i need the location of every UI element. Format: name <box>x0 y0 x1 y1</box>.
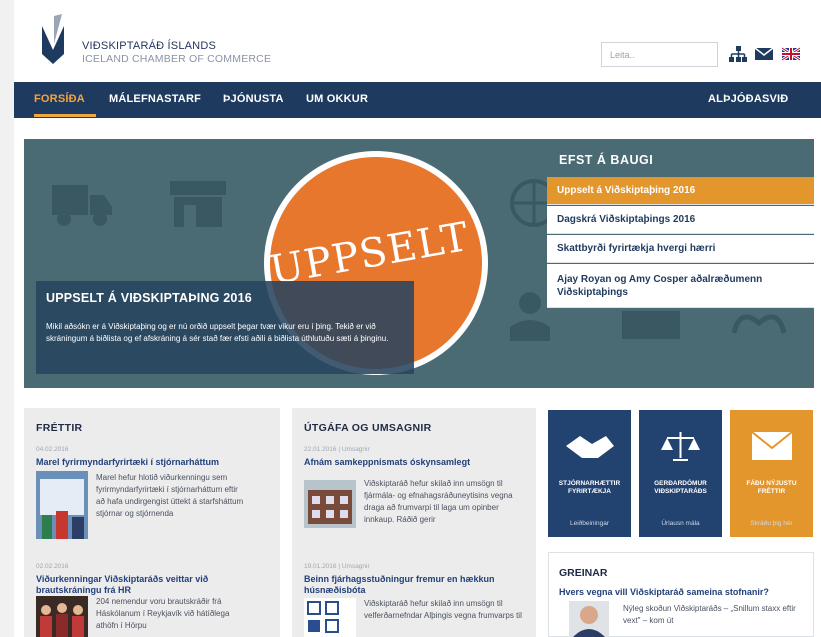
greinar-title: GREINAR <box>559 567 608 579</box>
handshake-icon <box>566 436 614 458</box>
brand-line-2: ICELAND CHAMBER OF COMMERCE <box>82 53 272 65</box>
publication-date: 19.01.2016 | Umsagnir <box>304 563 370 570</box>
hero-caption[interactable]: UPPSELT Á VIÐSKIPTAÞING 2016 Mikil aðsók… <box>36 281 414 374</box>
efst-a-baugi-panel: EFST Á BAUGI Uppselt á Viðskiptaþing 201… <box>547 139 814 388</box>
publication-date: 22.01.2016 | Umsagnir <box>304 446 370 453</box>
utgafa-section: ÚTGÁFA OG UMSAGNIR 22.01.2016 | Umsagnir… <box>292 408 536 637</box>
uk-flag-icon[interactable] <box>782 46 800 62</box>
frettir-section: FRÉTTIR 04.02.2016 Marel fyrirmyndarfyri… <box>24 408 280 637</box>
news-date: 04.02.2016 <box>36 446 69 453</box>
efst-a-baugi-title: EFST Á BAUGI <box>559 153 654 167</box>
utgafa-title: ÚTGÁFA OG UMSAGNIR <box>304 422 432 434</box>
publication-thumbnail[interactable] <box>304 480 356 528</box>
publication-excerpt: Viðskiptaráð hefur skilað inn umsögn til… <box>364 479 513 524</box>
tile-frettir-subscribe[interactable]: FÁÐU NÝJUSTU FRÉTTIR Skráðu þig hér <box>730 410 813 537</box>
news-thumbnail[interactable] <box>36 471 88 539</box>
search-placeholder: Leita.. <box>610 50 635 60</box>
truck-icon <box>52 185 112 226</box>
news-thumbnail[interactable] <box>36 596 88 637</box>
greinar-section: GREINAR Hvers vegna vill Viðskiptaráð sa… <box>548 552 814 637</box>
publication-thumbnail[interactable] <box>304 598 356 637</box>
envelope-icon <box>751 431 793 460</box>
hero-caption-text: Mikil aðsókn er á Viðskiptaþing og er nú… <box>46 322 389 343</box>
page: VIÐSKIPTARÁÐ ÍSLANDS ICELAND CHAMBER OF … <box>0 0 821 637</box>
tile-stjornarhaettir[interactable]: STJÓRNARHÆTTIR FYRIRTÆKJA Leiðbeiningar <box>548 410 631 537</box>
greinar-item-excerpt: Nýleg skoðun Viðskiptaráðs – „Snillum st… <box>623 604 796 625</box>
publication-title[interactable]: Beinn fjárhagsstuðningur fremur en hækku… <box>304 574 526 596</box>
tile-sublabel: Leiðbeiningar <box>569 520 610 527</box>
tile-gerdardomur[interactable]: GERÐARDÓMUR VIÐSKIPTARÁÐS Úrlausn mála <box>639 410 722 537</box>
news-date: 02.02.2016 <box>36 563 69 570</box>
main-nav: FORSÍÐA MÁLEFNASTARF ÞJÓNUSTA UM OKKUR A… <box>14 82 821 118</box>
scales-icon <box>661 432 700 461</box>
greinar-item-title[interactable]: Hvers vegna vill Viðskiptaráð sameina st… <box>559 587 809 597</box>
news-excerpt: Marel hefur hlotið viðurkenningu sem fyr… <box>96 473 244 518</box>
active-nav-indicator <box>34 114 96 117</box>
tile-sublabel: Skráðu þig hér <box>750 520 793 527</box>
globe-icon <box>510 179 550 227</box>
site-header: VIÐSKIPTARÁÐ ÍSLANDS ICELAND CHAMBER OF … <box>14 0 821 82</box>
frettir-title: FRÉTTIR <box>36 422 83 434</box>
logo-icon[interactable] <box>34 14 72 64</box>
brand-line-1: VIÐSKIPTARÁÐ ÍSLANDS <box>82 40 216 52</box>
mail-icon[interactable] <box>755 46 773 62</box>
author-photo[interactable] <box>569 601 609 637</box>
nav-item-um-okkur[interactable]: UM OKKUR <box>306 93 368 105</box>
efst-item[interactable]: Ajay Royan og Amy Cosper aðalræðumenn Vi… <box>547 264 814 308</box>
nav-item-althjodasvid[interactable]: ALÞJÓÐASVIÐ <box>708 93 788 105</box>
efst-item[interactable]: Skattbyrði fyrirtækja hvergi hærri <box>547 235 814 263</box>
efst-item[interactable]: Dagskrá Viðskiptaþings 2016 <box>547 206 814 234</box>
hero-banner[interactable]: UPPSELT UPPSELT Á VIÐSKIPTAÞING 2016 Mik… <box>24 139 814 388</box>
news-excerpt: 204 nemendur voru brautskráðir frá Háskó… <box>96 597 230 630</box>
nav-item-forsida[interactable]: FORSÍÐA <box>34 93 85 105</box>
tile-label: GERÐARDÓMUR VIÐSKIPTARÁÐS <box>654 480 707 495</box>
news-title[interactable]: Marel fyrirmyndarfyrirtæki í stjórnarhát… <box>36 457 272 468</box>
sitemap-icon[interactable] <box>729 46 747 62</box>
efst-item[interactable]: Uppselt á Viðskiptaþing 2016 <box>547 177 814 205</box>
nav-item-thjonusta[interactable]: ÞJÓNUSTA <box>223 93 284 105</box>
news-title[interactable]: Viðurkenningar Viðskiptaráðs veittar við… <box>36 574 272 596</box>
worker-icon <box>510 292 550 341</box>
search-input[interactable]: Leita.. <box>601 42 718 67</box>
publication-title[interactable]: Afnám samkeppnismats óskynsamlegt <box>304 457 526 468</box>
shop-icon <box>170 181 226 227</box>
publication-excerpt: Viðskiptaráð hefur skilað inn umsögn til… <box>364 599 522 620</box>
hero-caption-title[interactable]: UPPSELT Á VIÐSKIPTAÞING 2016 <box>46 291 404 305</box>
tile-sublabel: Úrlausn mála <box>661 520 700 527</box>
nav-item-malefnastarf[interactable]: MÁLEFNASTARF <box>109 93 201 105</box>
tile-label: STJÓRNARHÆTTIR FYRIRTÆKJA <box>558 480 621 495</box>
tile-label: FÁÐU NÝJUSTU FRÉTTIR <box>746 480 797 495</box>
brand-name[interactable]: VIÐSKIPTARÁÐ ÍSLANDS ICELAND CHAMBER OF … <box>82 40 271 66</box>
